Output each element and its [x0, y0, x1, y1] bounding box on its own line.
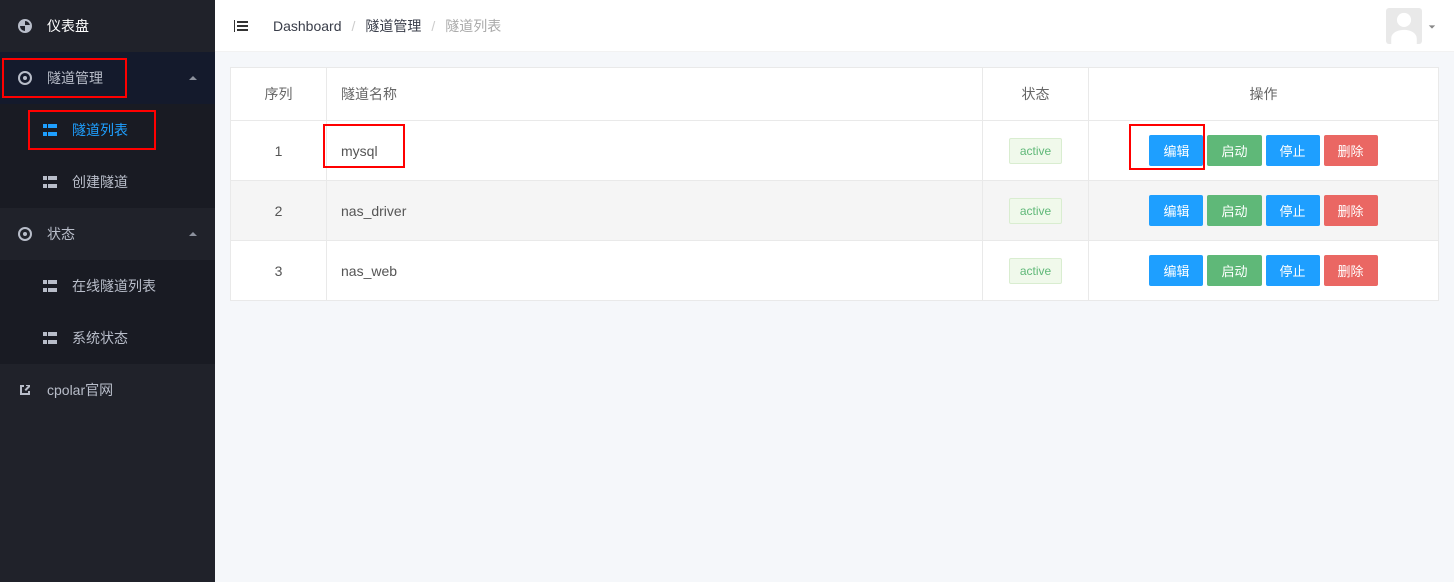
cell-name: nas_web	[327, 241, 983, 301]
stop-button[interactable]: 停止	[1266, 135, 1320, 166]
breadcrumb: Dashboard / 隧道管理 / 隧道列表	[273, 16, 501, 36]
sidebar-item-label: 状态	[47, 224, 186, 244]
avatar	[1386, 8, 1422, 44]
breadcrumb-link[interactable]: 隧道管理	[365, 16, 421, 36]
breadcrumb-separator: /	[352, 18, 356, 34]
circle-target-icon	[15, 224, 35, 244]
sidebar-item-online-tunnels[interactable]: 在线隧道列表	[0, 260, 215, 312]
list-grid-icon	[40, 328, 60, 348]
chevron-up-icon	[186, 227, 200, 241]
sidebar-item-label: 在线隧道列表	[72, 276, 200, 296]
sidebar-item-label: 创建隧道	[72, 172, 200, 192]
chevron-up-icon	[186, 71, 200, 85]
cell-name: nas_driver	[327, 181, 983, 241]
delete-button[interactable]: 删除	[1324, 195, 1378, 226]
edit-button[interactable]: 编辑	[1149, 255, 1203, 286]
edit-button[interactable]: 编辑	[1149, 195, 1203, 226]
status-badge: active	[1009, 258, 1062, 284]
edit-button[interactable]: 编辑	[1149, 135, 1203, 166]
delete-button[interactable]: 删除	[1324, 255, 1378, 286]
sidebar: 仪表盘 隧道管理 隧道列表 创建隧道	[0, 0, 215, 582]
user-menu[interactable]	[1386, 8, 1436, 44]
sidebar-item-system-status[interactable]: 系统状态	[0, 312, 215, 364]
start-button[interactable]: 启动	[1207, 255, 1261, 286]
cell-seq: 1	[231, 121, 327, 181]
dashboard-icon	[15, 16, 35, 36]
delete-button[interactable]: 删除	[1324, 135, 1378, 166]
sidebar-item-tunnel-create[interactable]: 创建隧道	[0, 156, 215, 208]
list-grid-icon	[40, 276, 60, 296]
circle-target-icon	[15, 68, 35, 88]
tunnel-name: nas_driver	[341, 203, 406, 219]
table-row: 3 nas_web active 编辑启动停止删除	[231, 241, 1439, 301]
start-button[interactable]: 启动	[1207, 195, 1261, 226]
external-link-icon	[15, 380, 35, 400]
cell-actions: 编辑启动停止删除	[1089, 181, 1439, 241]
tunnel-table: 序列 隧道名称 状态 操作 1mysqlactive编辑启动停止删除2nas_d…	[230, 67, 1439, 301]
cell-seq: 3	[231, 241, 327, 301]
menu-toggle-button[interactable]	[227, 12, 255, 40]
caret-down-icon	[1428, 18, 1436, 34]
breadcrumb-separator: /	[431, 18, 435, 34]
list-grid-icon	[40, 120, 60, 140]
col-header-seq: 序列	[231, 68, 327, 121]
tunnel-name: nas_web	[341, 263, 397, 279]
breadcrumb-current: 隧道列表	[445, 16, 501, 36]
sidebar-item-status[interactable]: 状态	[0, 208, 215, 260]
cell-status: active	[983, 181, 1089, 241]
cell-status: active	[983, 121, 1089, 181]
sidebar-item-label: 仪表盘	[47, 16, 200, 36]
tunnel-name: mysql	[341, 143, 378, 159]
sidebar-item-label: cpolar官网	[47, 380, 200, 400]
cell-actions: 编辑启动停止删除	[1089, 241, 1439, 301]
col-header-status: 状态	[983, 68, 1089, 121]
sidebar-item-tunnel-manage[interactable]: 隧道管理	[0, 52, 215, 104]
stop-button[interactable]: 停止	[1266, 255, 1320, 286]
breadcrumb-link[interactable]: Dashboard	[273, 18, 342, 34]
cell-actions: 编辑启动停止删除	[1089, 121, 1439, 181]
table-row: 2 nas_driver active 编辑启动停止删除	[231, 181, 1439, 241]
cell-name: mysql	[327, 121, 983, 181]
cell-seq: 2	[231, 181, 327, 241]
col-header-actions: 操作	[1089, 68, 1439, 121]
header: Dashboard / 隧道管理 / 隧道列表	[215, 0, 1454, 52]
sidebar-item-label: 隧道管理	[47, 68, 186, 88]
table-row: 1 mysql active 编辑启动停止删除	[231, 121, 1439, 181]
sidebar-item-cpolar-site[interactable]: cpolar官网	[0, 364, 215, 416]
start-button[interactable]: 启动	[1207, 135, 1261, 166]
list-grid-icon	[40, 172, 60, 192]
sidebar-item-dashboard[interactable]: 仪表盘	[0, 0, 215, 52]
status-badge: active	[1009, 198, 1062, 224]
stop-button[interactable]: 停止	[1266, 195, 1320, 226]
sidebar-item-label: 系统状态	[72, 328, 200, 348]
status-badge: active	[1009, 138, 1062, 164]
sidebar-item-label: 隧道列表	[72, 120, 200, 140]
col-header-name: 隧道名称	[327, 68, 983, 121]
sidebar-item-tunnel-list[interactable]: 隧道列表	[0, 104, 215, 156]
cell-status: active	[983, 241, 1089, 301]
content: 序列 隧道名称 状态 操作 1mysqlactive编辑启动停止删除2nas_d…	[215, 52, 1454, 316]
main: Dashboard / 隧道管理 / 隧道列表	[215, 0, 1454, 582]
